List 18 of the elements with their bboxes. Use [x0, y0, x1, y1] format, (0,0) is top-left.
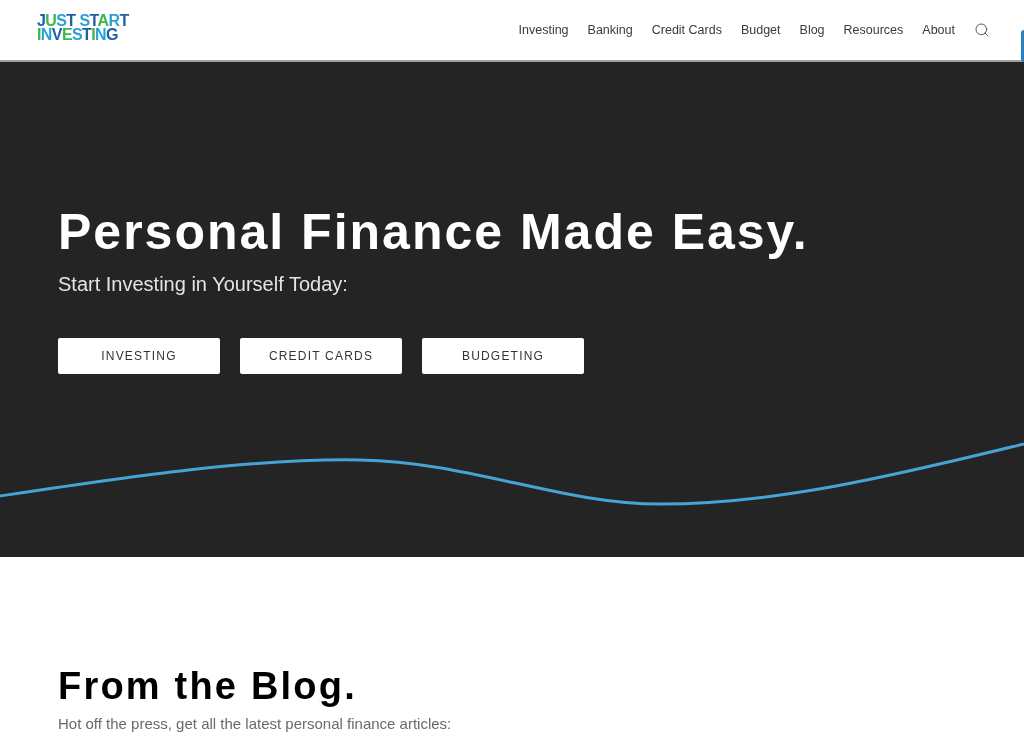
site-logo[interactable]: JUST START INVESTING: [37, 14, 129, 42]
nav-link[interactable]: Banking: [587, 20, 633, 40]
category-button[interactable]: CREDIT CARDS: [240, 338, 402, 374]
category-button[interactable]: BUDGETING: [422, 338, 584, 374]
hero-title: Personal Finance Made Easy.: [57, 204, 810, 260]
hero-subtitle: Start Investing in Yourself Today:: [57, 272, 349, 297]
nav-link[interactable]: Blog: [799, 20, 825, 40]
category-button[interactable]: INVESTING: [58, 338, 220, 374]
logo-text: INVESTING: [37, 28, 119, 42]
search-icon[interactable]: [974, 22, 990, 38]
nav-link[interactable]: Resources: [843, 20, 904, 40]
blog-title: From the Blog.: [58, 664, 358, 708]
nav-link[interactable]: About: [922, 20, 955, 40]
blog-subtitle: Hot off the press, get all the latest personal finance articles:: [58, 714, 453, 734]
nav-link[interactable]: Credit Cards: [651, 20, 722, 40]
logo-text: JUST START: [37, 14, 129, 28]
nav-link[interactable]: Investing: [518, 20, 569, 40]
nav-link[interactable]: Budget: [740, 20, 781, 40]
